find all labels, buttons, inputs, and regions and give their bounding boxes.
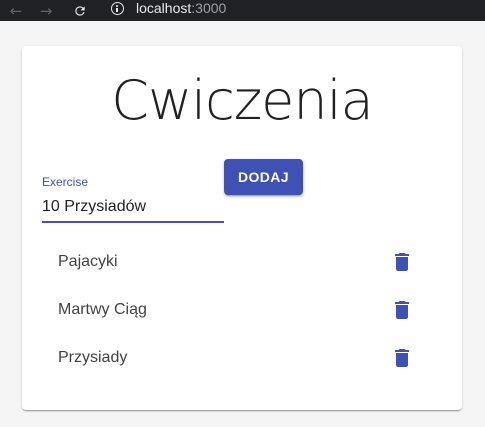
list-item: Przysiady (22, 334, 462, 382)
delete-button[interactable] (390, 346, 414, 370)
reload-icon[interactable] (70, 0, 90, 21)
address-bar[interactable]: localhost:3000 (136, 0, 226, 21)
exercise-list: Pajacyki Martwy Ciąg Przysiady (22, 238, 462, 382)
url-port: :3000 (191, 0, 227, 16)
delete-button[interactable] (390, 250, 414, 274)
exercise-field-label: Exercise (42, 175, 89, 189)
url-host: localhost (136, 0, 192, 16)
back-arrow-icon[interactable]: ← (6, 0, 26, 21)
add-button[interactable]: DODAJ (224, 159, 303, 195)
trash-icon (395, 253, 409, 271)
delete-button[interactable] (390, 298, 414, 322)
list-item: Pajacyki (22, 238, 462, 286)
reload-icon-svg (75, 5, 85, 16)
forward-arrow-icon[interactable]: → (36, 0, 56, 21)
exercise-card: Cwiczenia Exercise DODAJ Pajacyki Martwy… (22, 46, 462, 410)
exercise-name: Pajacyki (58, 253, 118, 270)
exercise-input[interactable] (42, 193, 224, 223)
exercise-name: Przysiady (58, 349, 128, 366)
info-icon[interactable] (111, 2, 124, 15)
trash-icon (395, 349, 409, 367)
trash-icon (395, 301, 409, 319)
list-item: Martwy Ciąg (22, 286, 462, 334)
page-title: Cwiczenia (111, 69, 373, 132)
exercise-name: Martwy Ciąg (58, 301, 147, 318)
browser-toolbar: ← → localhost:3000 (0, 0, 485, 21)
